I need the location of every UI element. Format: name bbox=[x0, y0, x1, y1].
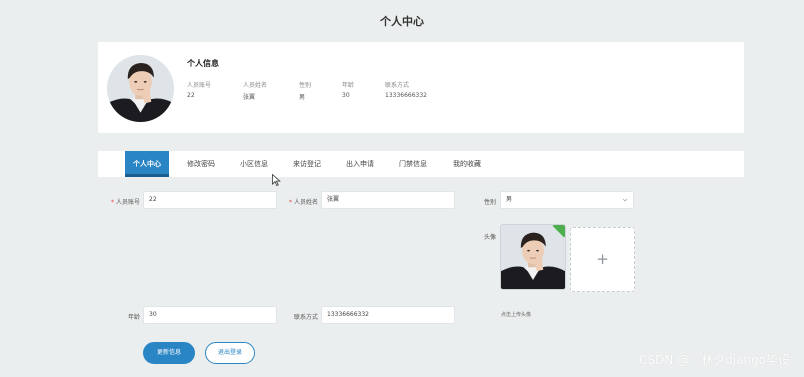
tabs-bar: 个人中心 修改密码 小区信息 来访登记 出入申请 门禁信息 我的收藏 bbox=[98, 151, 744, 177]
profile-field-label: 性别 bbox=[299, 82, 312, 89]
profile-section-title: 个人信息 bbox=[187, 59, 219, 68]
age-label: 年龄 bbox=[127, 314, 140, 321]
tab-community-info[interactable]: 小区信息 bbox=[240, 151, 268, 177]
chevron-down-icon bbox=[622, 198, 628, 202]
profile-field-label: 年龄 bbox=[342, 82, 355, 89]
avatar-preview[interactable] bbox=[500, 224, 566, 290]
tab-gate-info[interactable]: 门禁信息 bbox=[399, 151, 427, 177]
gender-select-value: 男 bbox=[506, 196, 513, 203]
logout-button[interactable]: 退出登录 bbox=[205, 342, 255, 364]
profile-field-label: 人员姓名 bbox=[243, 82, 268, 89]
page-title: 个人中心 bbox=[380, 15, 424, 28]
required-mark: * bbox=[288, 199, 292, 206]
avatar-image bbox=[501, 225, 565, 289]
account-label: * 人员账号 bbox=[110, 199, 140, 206]
profile-field-phone: 联系方式 13336666332 bbox=[385, 80, 427, 99]
profile-field-account: 人员账号 22 bbox=[187, 80, 211, 99]
gender-select[interactable]: 男 bbox=[500, 191, 634, 209]
avatar-label: 头像 bbox=[483, 234, 496, 241]
profile-field-gender: 性别 男 bbox=[299, 80, 311, 101]
upload-hint: 点击上传头像 bbox=[501, 312, 532, 318]
plus-icon: + bbox=[596, 250, 609, 268]
tab-my-favorites[interactable]: 我的收藏 bbox=[453, 151, 481, 177]
update-info-button[interactable]: 更新信息 bbox=[143, 342, 195, 364]
tab-personal-center[interactable]: 个人中心 bbox=[125, 151, 169, 177]
profile-field-value: 22 bbox=[187, 92, 195, 99]
name-label: * 人员姓名 bbox=[288, 199, 318, 206]
avatar-upload-button[interactable]: + bbox=[570, 227, 635, 292]
watermark: CSDN @゛林夕django毕设 bbox=[639, 353, 790, 367]
gender-label: 性别 bbox=[483, 199, 496, 206]
phone-label: 联系方式 bbox=[293, 314, 318, 321]
profile-field-label: 联系方式 bbox=[385, 82, 410, 89]
name-input[interactable]: 张翼 bbox=[321, 191, 455, 209]
profile-field-age: 年龄 30 bbox=[342, 80, 354, 99]
profile-field-value: 男 bbox=[299, 94, 306, 101]
profile-card: 个人信息 人员账号 22 人员姓名 张翼 性别 男 年龄 30 联系方式 133… bbox=[98, 42, 744, 133]
profile-field-value: 30 bbox=[342, 92, 350, 99]
profile-field-value: 张翼 bbox=[243, 94, 256, 101]
profile-field-name: 人员姓名 张翼 bbox=[243, 80, 267, 101]
mouse-cursor-icon bbox=[272, 174, 281, 186]
profile-field-label: 人员账号 bbox=[187, 82, 212, 89]
required-mark: * bbox=[110, 199, 114, 206]
profile-avatar bbox=[107, 55, 174, 122]
tab-visitor-registration[interactable]: 来访登记 bbox=[293, 151, 321, 177]
age-input[interactable]: 30 bbox=[143, 306, 277, 324]
tab-access-request[interactable]: 出入申请 bbox=[346, 151, 374, 177]
profile-field-value: 13336666332 bbox=[385, 92, 427, 99]
tab-change-password[interactable]: 修改密码 bbox=[187, 151, 215, 177]
phone-input[interactable]: 13336666332 bbox=[321, 306, 455, 324]
account-input[interactable]: 22 bbox=[143, 191, 277, 209]
